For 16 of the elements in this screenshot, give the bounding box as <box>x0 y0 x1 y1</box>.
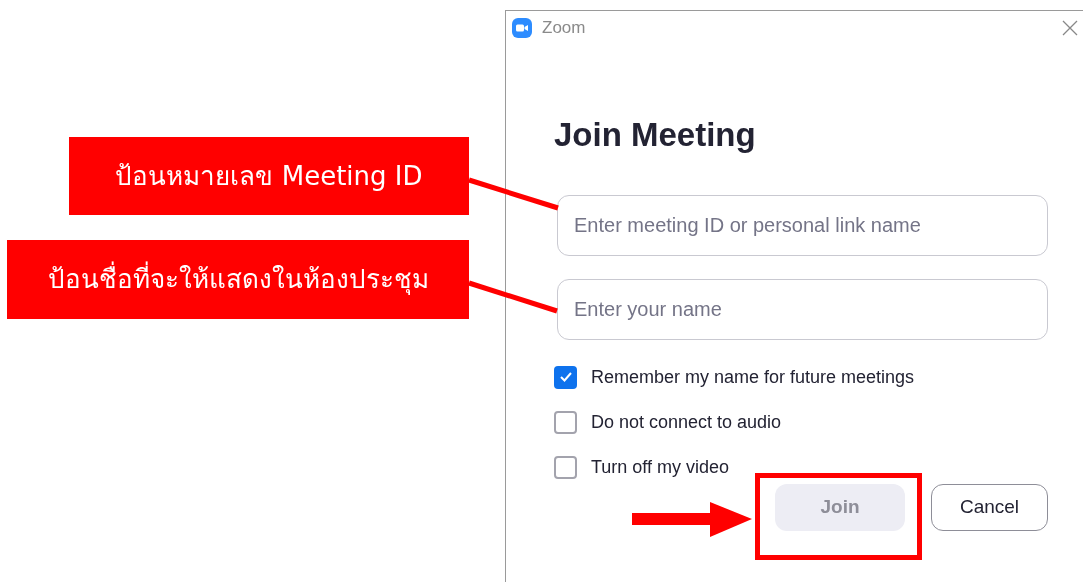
checkbox[interactable] <box>554 410 577 434</box>
input-field[interactable]: Enter your name <box>557 279 1048 340</box>
checkbox-label: Do not connect to audio <box>591 410 782 434</box>
input-field[interactable]: Enter meeting ID or personal link name <box>557 195 1048 256</box>
annotation-label: ป้อนหมายเลข Meeting ID <box>69 137 469 215</box>
cancel-button[interactable]: Cancel <box>931 484 1048 531</box>
checkbox-label: Remember my name for future meetings <box>591 365 915 389</box>
dialog-heading: Join Meeting <box>554 115 757 155</box>
window-title: Zoom <box>542 17 586 40</box>
checkbox[interactable] <box>554 455 577 479</box>
annotation-label: ป้อนชื่อที่จะให้แสดงในห้องประชุม <box>7 240 469 319</box>
video-camera-icon <box>512 18 532 38</box>
checkbox-label: Turn off my video <box>591 455 730 479</box>
check-icon <box>558 371 573 383</box>
close-button[interactable] <box>1060 18 1080 38</box>
checkbox[interactable] <box>554 365 577 389</box>
